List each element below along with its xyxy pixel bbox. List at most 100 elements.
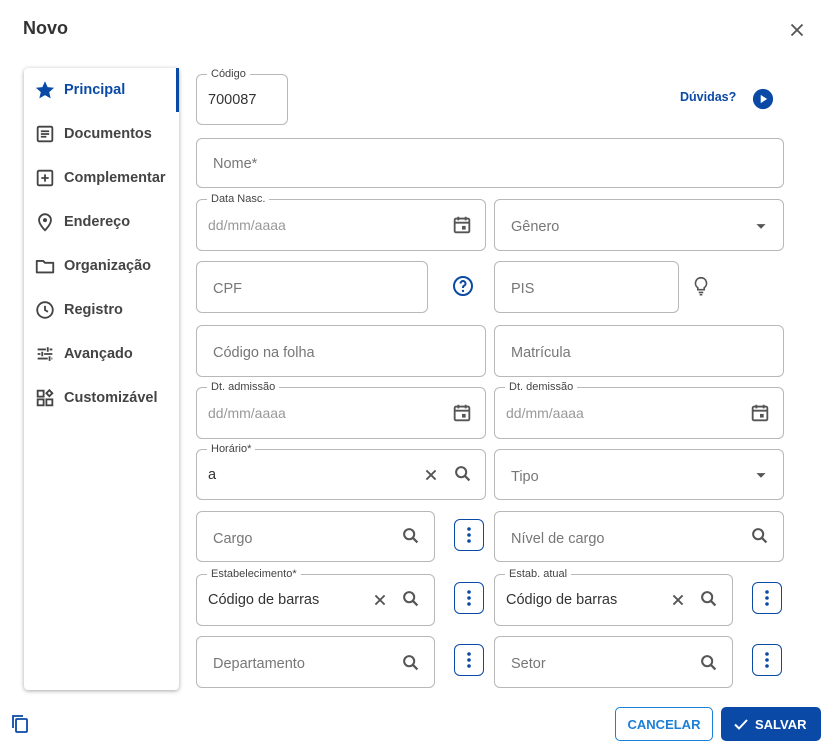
- sidebar-item-label: Avançado: [64, 346, 133, 362]
- sidebar-item-customizavel[interactable]: Customizável: [34, 378, 174, 418]
- cpf-placeholder: CPF: [213, 281, 242, 297]
- codigo-folha-placeholder: Código na folha: [213, 345, 315, 361]
- sidebar-item-principal[interactable]: Principal: [34, 70, 174, 110]
- horario-input[interactable]: Horário* a: [196, 442, 486, 500]
- nivel-cargo-input[interactable]: Nível de cargo: [494, 511, 784, 562]
- dt-admissao-input[interactable]: Dt. admissão dd/mm/aaaa: [196, 380, 486, 439]
- help-link[interactable]: Dúvidas?: [680, 90, 736, 104]
- setor-input[interactable]: Setor: [494, 636, 733, 688]
- estabelecimento-input[interactable]: Estabelecimento* Código de barras: [196, 567, 435, 626]
- departamento-placeholder: Departamento: [213, 656, 305, 672]
- copy-icon[interactable]: [11, 714, 29, 734]
- document-icon: [36, 125, 54, 143]
- dt-admissao-placeholder: dd/mm/aaaa: [208, 405, 286, 421]
- sidebar-item-registro[interactable]: Registro: [34, 290, 174, 330]
- calendar-icon[interactable]: [749, 402, 771, 424]
- dialog-title: Novo: [23, 18, 68, 38]
- nome-placeholder: Nome*: [213, 156, 258, 172]
- sidebar-item-label: Organização: [64, 258, 152, 274]
- sidebar-item-label: Endereço: [64, 214, 131, 230]
- estabelecimento-label: Estabelecimento*: [207, 567, 301, 581]
- data-nasc-placeholder: dd/mm/aaaa: [208, 217, 286, 233]
- widgets-icon: [36, 388, 54, 407]
- cargo-input[interactable]: Cargo: [196, 511, 435, 562]
- estab-atual-input[interactable]: Estab. atual Código de barras: [494, 567, 733, 626]
- search-icon[interactable]: [400, 588, 422, 610]
- more-vertical-icon: [765, 652, 769, 668]
- lightbulb-icon[interactable]: [690, 274, 712, 298]
- dt-demissao-input[interactable]: Dt. demissão dd/mm/aaaa: [494, 380, 784, 439]
- clock-icon: [36, 301, 54, 319]
- estab-atual-value: Código de barras: [506, 592, 618, 608]
- tipo-select[interactable]: Tipo: [494, 449, 784, 500]
- cancel-button[interactable]: CANCELAR: [615, 707, 713, 741]
- more-vertical-icon: [467, 527, 471, 543]
- sidebar-item-label: Complementar: [64, 170, 166, 186]
- horario-value: a: [208, 467, 217, 483]
- data-nasc-input[interactable]: Data Nasc. dd/mm/aaaa: [196, 192, 486, 251]
- clear-icon[interactable]: [667, 589, 689, 611]
- departamento-more-button[interactable]: [454, 644, 484, 676]
- estabelecimento-value: Código de barras: [208, 592, 320, 608]
- calendar-icon[interactable]: [451, 402, 473, 424]
- genero-select[interactable]: Gênero: [494, 199, 784, 251]
- chevron-down-icon: [756, 473, 766, 478]
- dt-demissao-label: Dt. demissão: [505, 380, 578, 394]
- calendar-icon[interactable]: [451, 214, 473, 236]
- check-icon: [734, 719, 748, 730]
- matricula-placeholder: Matrícula: [511, 345, 571, 361]
- cargo-more-button[interactable]: [454, 519, 484, 551]
- estab-atual-more-button[interactable]: [752, 582, 782, 614]
- sidebar-item-documentos[interactable]: Documentos: [34, 114, 174, 154]
- cargo-placeholder: Cargo: [213, 531, 253, 547]
- more-vertical-icon: [467, 652, 471, 668]
- more-vertical-icon: [765, 590, 769, 606]
- active-indicator: [176, 68, 179, 112]
- dt-demissao-placeholder: dd/mm/aaaa: [506, 405, 584, 421]
- horario-label: Horário*: [207, 442, 256, 456]
- codigo-folha-input[interactable]: Código na folha: [196, 325, 486, 377]
- sidebar-item-label: Documentos: [64, 126, 152, 142]
- sidebar: Principal Documentos Complementar Endere…: [24, 68, 179, 690]
- codigo-field[interactable]: Código 700087: [196, 67, 288, 125]
- data-nasc-label: Data Nasc.: [207, 192, 270, 206]
- nivel-cargo-placeholder: Nível de cargo: [511, 531, 605, 547]
- sidebar-item-complementar[interactable]: Complementar: [34, 158, 174, 198]
- departamento-input[interactable]: Departamento: [196, 636, 435, 688]
- estab-atual-label: Estab. atual: [505, 567, 572, 581]
- location-pin-icon: [38, 213, 52, 232]
- search-icon[interactable]: [698, 652, 720, 674]
- help-circle-icon[interactable]: [451, 274, 475, 298]
- save-button-label: SALVAR: [755, 716, 807, 732]
- star-icon: [35, 81, 55, 99]
- codigo-value: 700087: [208, 92, 257, 108]
- search-icon[interactable]: [452, 463, 474, 485]
- estabelecimento-more-button[interactable]: [454, 582, 484, 614]
- sidebar-item-label: Registro: [64, 302, 123, 318]
- sidebar-item-endereco[interactable]: Endereço: [34, 202, 174, 242]
- pis-input[interactable]: PIS: [494, 261, 679, 313]
- matricula-input[interactable]: Matrícula: [494, 325, 784, 377]
- search-icon[interactable]: [400, 525, 422, 547]
- folder-icon: [35, 260, 55, 274]
- clear-icon[interactable]: [369, 589, 391, 611]
- sidebar-item-avancado[interactable]: Avançado: [34, 334, 174, 374]
- search-icon[interactable]: [749, 525, 771, 547]
- more-vertical-icon: [467, 590, 471, 606]
- search-icon[interactable]: [400, 652, 422, 674]
- dt-admissao-label: Dt. admissão: [207, 380, 280, 394]
- nome-input[interactable]: Nome*: [196, 138, 784, 188]
- sidebar-item-organizacao[interactable]: Organização: [34, 246, 174, 286]
- clear-icon[interactable]: [420, 464, 442, 486]
- setor-more-button[interactable]: [752, 644, 782, 676]
- play-icon[interactable]: [752, 88, 774, 110]
- tipo-placeholder: Tipo: [511, 469, 539, 485]
- pis-placeholder: PIS: [511, 281, 535, 297]
- sliders-icon: [37, 347, 53, 361]
- close-icon[interactable]: [786, 19, 808, 41]
- setor-placeholder: Setor: [511, 656, 546, 672]
- cpf-input[interactable]: CPF: [196, 261, 428, 313]
- search-icon[interactable]: [698, 588, 720, 610]
- save-button[interactable]: SALVAR: [721, 707, 821, 741]
- sidebar-item-label: Customizável: [64, 390, 158, 406]
